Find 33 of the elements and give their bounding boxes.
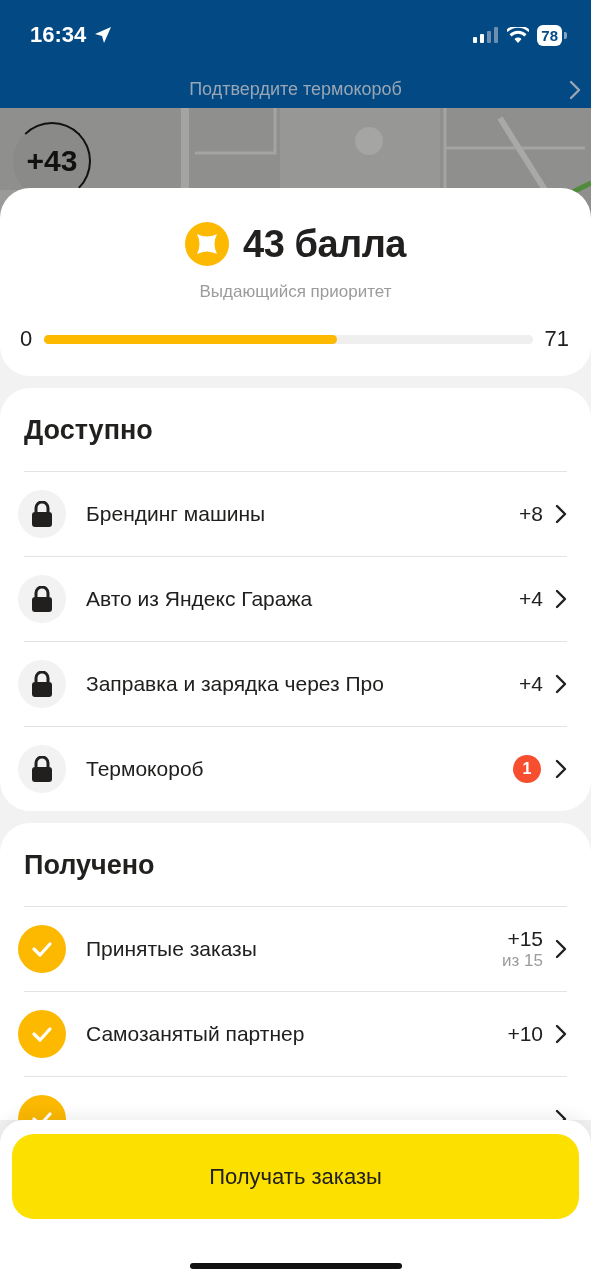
wifi-icon: [507, 27, 530, 43]
lock-icon: [18, 659, 66, 708]
priority-icon: [185, 222, 230, 266]
check-icon: [18, 1009, 66, 1058]
section-title: Доступно: [23, 414, 154, 447]
points-value: +4: [519, 586, 543, 611]
item-label: Заправка и зарядка через Про: [86, 671, 385, 696]
home-indicator[interactable]: [190, 1263, 402, 1269]
notification-badge: 1: [513, 754, 541, 783]
location-arrow-icon: [94, 26, 113, 44]
get-orders-button[interactable]: Получать заказы: [12, 1134, 579, 1219]
check-icon: [18, 924, 66, 973]
clock: 16:34: [30, 22, 87, 48]
points-value: +8: [519, 501, 543, 526]
item-label: Самозанятый партнер: [86, 1021, 306, 1046]
points-value: +4: [519, 671, 543, 696]
banner-text[interactable]: Подтвердите термокороб: [189, 78, 402, 100]
section-title: Получено: [23, 849, 156, 882]
lock-icon: [18, 744, 66, 793]
item-label: Авто из Яндекс Гаража: [86, 586, 314, 611]
item-label: Термокороб: [86, 756, 205, 781]
points-total: из 15: [502, 950, 543, 971]
lock-icon: [18, 489, 66, 538]
signal-icon: [473, 27, 500, 43]
lock-icon: [18, 574, 66, 623]
item-label: Принятые заказы: [86, 936, 258, 961]
priority-level: Выдающийся приоритет: [198, 282, 393, 302]
score-title: 43 балла: [243, 222, 406, 266]
max-value: 71: [544, 326, 569, 352]
min-value: 0: [20, 326, 33, 352]
points-value: +15: [507, 926, 543, 951]
item-label: Брендинг машины: [86, 501, 267, 526]
points-value: +10: [507, 1021, 543, 1046]
